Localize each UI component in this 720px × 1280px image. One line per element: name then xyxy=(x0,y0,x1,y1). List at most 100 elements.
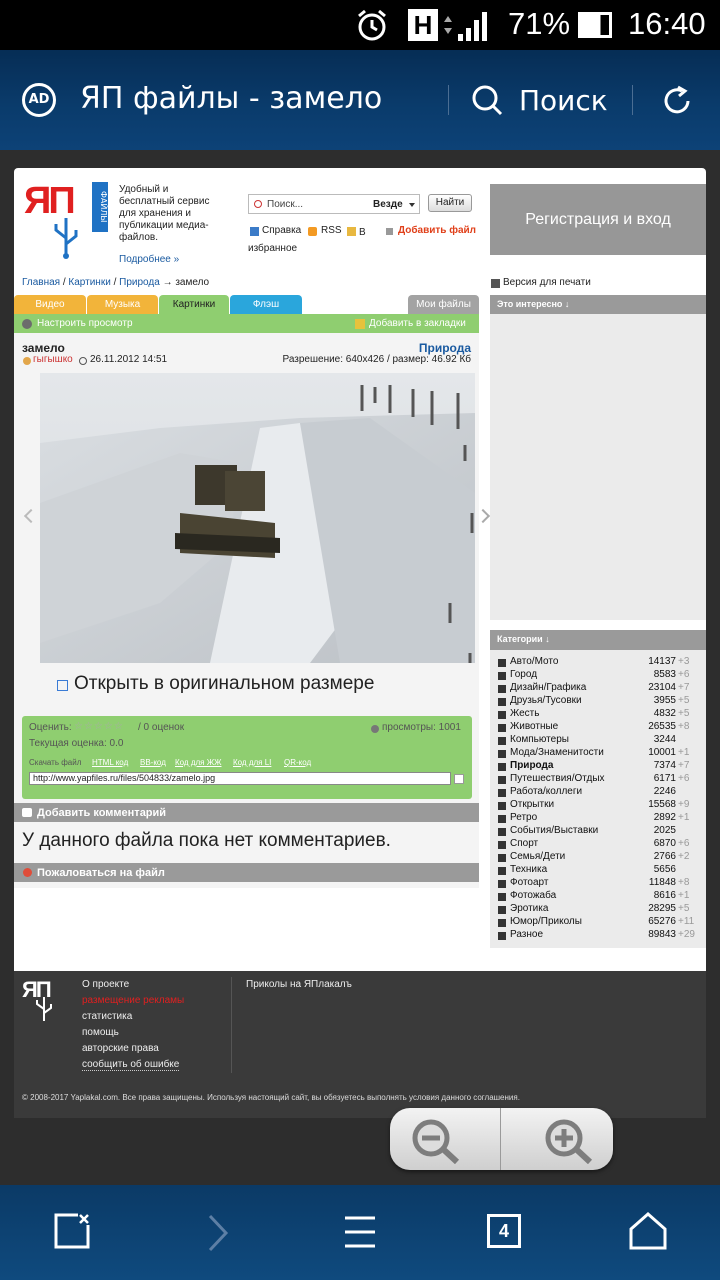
menu-icon[interactable] xyxy=(343,1215,377,1249)
home-icon[interactable] xyxy=(628,1211,668,1251)
category-name[interactable]: Компьютеры xyxy=(510,734,569,745)
add-bookmark-link[interactable]: Добавить в закладки xyxy=(369,318,466,329)
category-name[interactable]: Семья/Дети xyxy=(510,851,565,862)
category-name[interactable]: Фотоарт xyxy=(510,877,548,888)
category-item[interactable]: Юмор/Приколы 65276 +11 xyxy=(498,916,694,929)
forward-icon[interactable] xyxy=(205,1213,231,1253)
search-icon[interactable] xyxy=(470,83,504,117)
category-name[interactable]: Авто/Мото xyxy=(510,656,558,667)
site-search-input[interactable]: Поиск... Везде xyxy=(248,194,420,214)
category-name[interactable]: Путешествия/Отдых xyxy=(510,773,605,784)
close-tab-icon[interactable] xyxy=(52,1211,92,1251)
category-item[interactable]: События/Выставки 2025 xyxy=(498,825,694,838)
category-name[interactable]: Юмор/Приколы xyxy=(510,916,582,927)
category-item[interactable]: Природа 7374 +7 xyxy=(498,760,694,773)
favorites-link[interactable]: В избранное xyxy=(248,225,368,257)
category-name[interactable]: Ретро xyxy=(510,812,537,823)
download-link[interactable]: Скачать файл xyxy=(29,758,81,767)
zoom-out-button[interactable] xyxy=(390,1108,501,1170)
file-category-link[interactable]: Природа xyxy=(419,341,471,355)
category-name[interactable]: Работа/коллеги xyxy=(510,786,582,797)
category-item[interactable]: Разное 89843 +29 xyxy=(498,929,695,942)
category-item[interactable]: Мода/Знаменитости 10001 +1 xyxy=(498,747,694,760)
search-button[interactable]: Поиск xyxy=(519,84,608,117)
tab-flash[interactable]: Флэш xyxy=(230,295,302,314)
add-file-link[interactable]: Добавить файл xyxy=(398,225,476,236)
prev-arrow-icon[interactable] xyxy=(23,508,39,524)
qr-code-tab[interactable]: QR-код xyxy=(284,758,311,767)
category-name[interactable]: Дизайн/Графика xyxy=(510,682,586,693)
footer-help-link[interactable]: помощь xyxy=(82,1027,119,1038)
category-item[interactable]: Открытки 15568 +9 xyxy=(498,799,694,812)
complain-bar[interactable]: Пожаловаться на файл xyxy=(14,863,479,882)
footer-about-link[interactable]: О проекте xyxy=(82,979,129,990)
category-item[interactable]: Жесть 4832 +5 xyxy=(498,708,694,721)
author-link[interactable]: гыгышко xyxy=(33,354,73,365)
category-item[interactable]: Семья/Дети 2766 +2 xyxy=(498,851,694,864)
category-item[interactable]: Путешествия/Отдых 6171 +6 xyxy=(498,773,694,786)
category-name[interactable]: Эротика xyxy=(510,903,548,914)
category-name[interactable]: Спорт xyxy=(510,838,538,849)
breadcrumb-pictures[interactable]: Картинки xyxy=(68,277,110,288)
next-arrow-icon[interactable] xyxy=(475,508,491,524)
category-name[interactable]: Жесть xyxy=(510,708,539,719)
category-item[interactable]: Фотоарт 11848 +8 xyxy=(498,877,694,890)
zoom-in-button[interactable] xyxy=(502,1108,613,1170)
category-name[interactable]: Друзья/Тусовки xyxy=(510,695,582,706)
footer-stats-link[interactable]: статистика xyxy=(82,1011,132,1022)
star-rating-input[interactable]: ☆☆☆☆☆ xyxy=(74,721,124,732)
category-item[interactable]: Друзья/Тусовки 3955 +5 xyxy=(498,695,694,708)
more-link[interactable]: Подробнее » xyxy=(119,254,179,265)
category-item[interactable]: Ретро 2892 +1 xyxy=(498,812,694,825)
html-code-tab[interactable]: HTML код xyxy=(92,758,128,767)
site-logo[interactable]: ЯП ФАЙЛЫ xyxy=(24,180,110,260)
category-item[interactable]: Дизайн/Графика 23104 +7 xyxy=(498,682,694,695)
footer-logo[interactable]: ЯП xyxy=(22,977,72,1023)
breadcrumb-nature[interactable]: Природа xyxy=(119,277,160,288)
adblock-icon[interactable]: AD xyxy=(22,83,56,117)
category-item[interactable]: Компьютеры 3244 xyxy=(498,734,694,747)
category-name[interactable]: Природа xyxy=(510,760,553,771)
snow-photo[interactable] xyxy=(40,373,475,663)
open-original-link[interactable]: Открыть в оригинальном размере xyxy=(74,673,374,695)
category-item[interactable]: Спорт 6870 +6 xyxy=(498,838,694,851)
category-name[interactable]: Город xyxy=(510,669,537,680)
category-name[interactable]: Животные xyxy=(510,721,558,732)
lj-code-tab[interactable]: Код для ЖЖ xyxy=(175,758,222,767)
category-name[interactable]: Открытки xyxy=(510,799,554,810)
print-version-link[interactable]: Версия для печати xyxy=(503,277,591,288)
category-item[interactable]: Животные 26535 +8 xyxy=(498,721,694,734)
search-scope-select[interactable]: Везде xyxy=(373,199,403,210)
category-name[interactable]: События/Выставки xyxy=(510,825,598,836)
category-item[interactable]: Эротика 28295 +5 xyxy=(498,903,694,916)
complain-link[interactable]: Пожаловаться на файл xyxy=(37,867,165,879)
category-item[interactable]: Техника 5656 xyxy=(498,864,694,877)
reload-icon[interactable] xyxy=(660,84,694,118)
category-item[interactable]: Фотожаба 8616 +1 xyxy=(498,890,694,903)
add-comment-link[interactable]: Добавить комментарий xyxy=(37,807,166,819)
copy-icon[interactable] xyxy=(454,774,464,784)
tabs-count-button[interactable]: 4 xyxy=(487,1214,521,1248)
register-login-button[interactable]: Регистрация и вход xyxy=(490,184,706,255)
bb-code-tab[interactable]: BB-код xyxy=(140,758,166,767)
file-url-field[interactable]: http://www.yapfiles.ru/files/504833/zame… xyxy=(29,772,451,785)
breadcrumb-home[interactable]: Главная xyxy=(22,277,60,288)
category-item[interactable]: Авто/Мото 14137 +3 xyxy=(498,656,694,669)
footer-copyright-link[interactable]: авторские права xyxy=(82,1043,159,1054)
customize-view-link[interactable]: Настроить просмотр xyxy=(37,318,133,329)
add-comment-bar[interactable]: Добавить комментарий xyxy=(14,803,479,822)
category-name[interactable]: Техника xyxy=(510,864,547,875)
footer-jokes-link[interactable]: Приколы на ЯПлакалъ xyxy=(246,979,352,990)
tab-video[interactable]: Видео xyxy=(14,295,86,314)
footer-report-error-link[interactable]: сообщить об ошибке xyxy=(82,1059,180,1071)
category-name[interactable]: Мода/Знаменитости xyxy=(510,747,604,758)
footer-ads-link[interactable]: размещение рекламы xyxy=(82,995,184,1006)
category-name[interactable]: Фотожаба xyxy=(510,890,556,901)
site-search-button[interactable]: Найти xyxy=(428,194,472,212)
category-item[interactable]: Город 8583 +6 xyxy=(498,669,694,682)
category-item[interactable]: Работа/коллеги 2246 xyxy=(498,786,694,799)
li-code-tab[interactable]: Код для LI xyxy=(233,758,271,767)
tab-pictures[interactable]: Картинки xyxy=(159,295,229,314)
category-name[interactable]: Разное xyxy=(510,929,543,940)
tab-my-files[interactable]: Мои файлы xyxy=(408,295,479,314)
